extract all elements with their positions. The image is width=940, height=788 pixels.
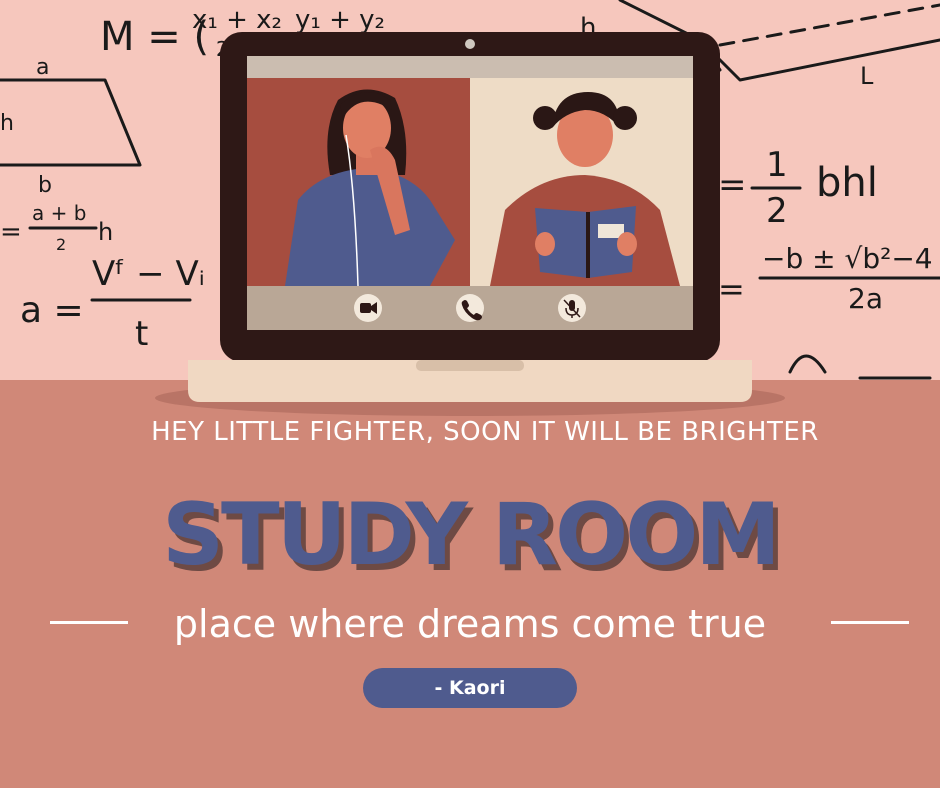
formula-quadratic-denominator: 2a — [848, 282, 883, 315]
formula-volume-numerator: 1 — [766, 145, 788, 185]
formula-volume-rest: bhl — [816, 160, 878, 206]
webcam-dot — [465, 39, 475, 49]
formula-volume-denominator: 2 — [766, 191, 788, 231]
formula-volume-eq: = — [718, 165, 747, 205]
laptop-notch — [416, 360, 524, 371]
formula-accel-lhs: a = — [20, 290, 84, 331]
prism-label-l: L — [860, 62, 874, 90]
screen-top-bar — [247, 56, 693, 78]
formula-area-denominator: 2 — [56, 235, 66, 254]
trapezoid-label-a: a — [36, 55, 49, 80]
formula-quadratic-eq: = — [718, 270, 745, 308]
formula-midpoint-x: x₁ + x₂ — [192, 5, 282, 35]
participant-left-tile — [247, 78, 470, 287]
formula-midpoint-y: y₁ + y₂ — [295, 5, 385, 35]
tagline-right-rule — [831, 621, 909, 624]
trapezoid-label-b: b — [38, 173, 52, 198]
formula-quadratic-numerator: −b ± √b²−4 — [762, 242, 933, 275]
author-badge: - Kaori — [363, 668, 577, 708]
formula-area-eq: = — [0, 217, 22, 247]
participant-right-tile — [470, 78, 693, 286]
phone-button[interactable] — [456, 294, 484, 322]
formula-accel-numerator: Vᶠ − Vᵢ — [92, 254, 205, 294]
trapezoid-label-h: h — [0, 111, 14, 136]
tagline-text: place where dreams come true — [173, 602, 767, 646]
author-name: - Kaori — [434, 677, 506, 699]
formula-accel-denominator: t — [135, 314, 148, 354]
formula-area-numerator: a + b — [32, 201, 86, 225]
page-title: STUDY ROOM — [162, 485, 781, 585]
quote-text: HEY LITTLE FIGHTER, SOON IT WILL BE BRIG… — [151, 417, 819, 447]
video-camera-icon — [360, 302, 377, 314]
mic-off-button[interactable] — [558, 294, 586, 322]
video-camera-button[interactable] — [354, 294, 382, 322]
formula-area-h: h — [98, 218, 113, 246]
